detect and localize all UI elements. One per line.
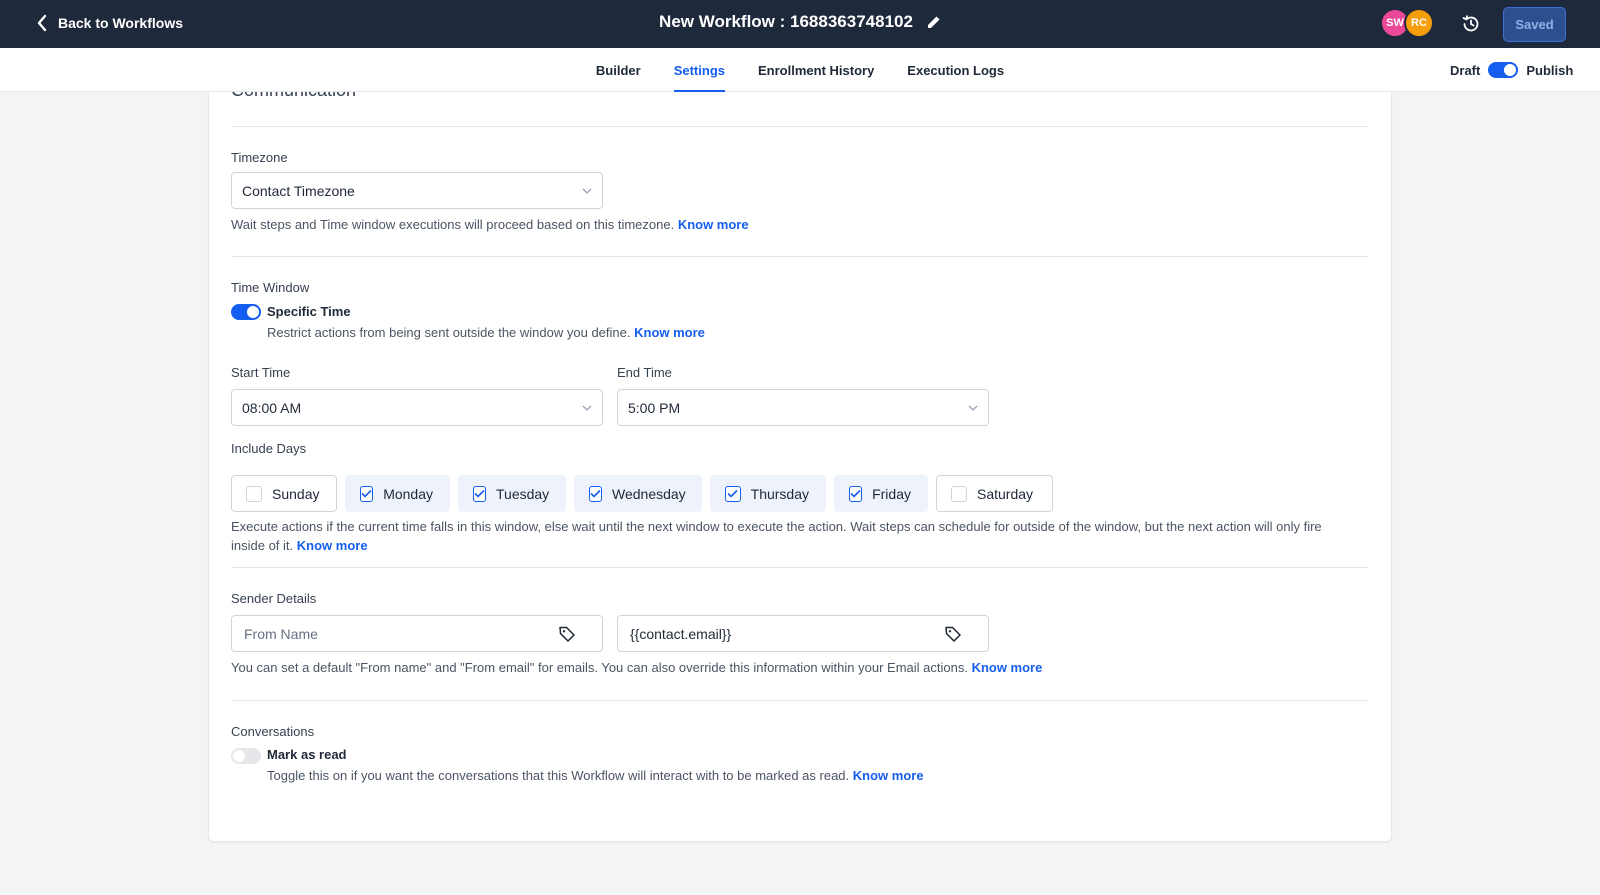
- chevron-down-icon: [968, 405, 978, 411]
- from-name-input[interactable]: [244, 626, 544, 642]
- include-days-label: Include Days: [231, 441, 307, 456]
- include-days-help-text: Execute actions if the current time fall…: [231, 519, 1322, 553]
- timezone-select[interactable]: Contact Timezone: [231, 172, 603, 209]
- timezone-value: Contact Timezone: [242, 183, 355, 199]
- conversations-help-text: Toggle this on if you want the conversat…: [267, 768, 850, 783]
- time-window-know-more-link[interactable]: Know more: [634, 325, 705, 340]
- day-label: Friday: [872, 485, 911, 502]
- checkbox[interactable]: [246, 485, 262, 502]
- day-label: Tuesday: [496, 485, 550, 502]
- time-window-help: Restrict actions from being sent outside…: [267, 323, 705, 342]
- section-title: Communication: [231, 92, 356, 101]
- pencil-icon[interactable]: [927, 15, 941, 29]
- check-icon: [361, 489, 372, 498]
- tab-settings[interactable]: Settings: [673, 48, 725, 92]
- divider: [231, 567, 1369, 568]
- conversations-help: Toggle this on if you want the conversat…: [267, 766, 924, 785]
- timezone-help-text: Wait steps and Time window executions wi…: [231, 217, 675, 232]
- day-saturday[interactable]: Saturday: [936, 475, 1053, 512]
- history-icon[interactable]: [1461, 14, 1481, 34]
- divider: [231, 700, 1369, 701]
- check-icon: [850, 489, 861, 498]
- sender-know-more-link[interactable]: Know more: [972, 660, 1043, 675]
- saved-button[interactable]: Saved: [1503, 7, 1566, 42]
- check-icon: [727, 489, 738, 498]
- tab-builder[interactable]: Builder: [596, 48, 641, 92]
- checkbox[interactable]: [589, 485, 602, 502]
- tag-icon[interactable]: [944, 625, 962, 643]
- day-wednesday[interactable]: Wednesday: [574, 475, 702, 512]
- sender-help: You can set a default "From name" and "F…: [231, 658, 1042, 677]
- check-icon: [474, 489, 485, 498]
- end-time-label: End Time: [617, 365, 672, 380]
- tag-icon[interactable]: [558, 625, 576, 643]
- tabs: Builder Settings Enrollment History Exec…: [0, 48, 1600, 92]
- day-friday[interactable]: Friday: [834, 475, 928, 512]
- mark-as-read-toggle[interactable]: [231, 748, 261, 764]
- from-name-field[interactable]: [231, 615, 603, 652]
- divider: [231, 126, 1369, 127]
- sender-details-label: Sender Details: [231, 591, 317, 606]
- day-sunday[interactable]: Sunday: [231, 475, 337, 512]
- tab-enrollment-history[interactable]: Enrollment History: [758, 48, 874, 92]
- include-days-help: Execute actions if the current time fall…: [231, 517, 1351, 555]
- specific-time-toggle[interactable]: [231, 304, 261, 320]
- day-thursday[interactable]: Thursday: [710, 475, 826, 512]
- start-time-label: Start Time: [231, 365, 291, 380]
- checkbox[interactable]: [951, 485, 967, 502]
- chevron-down-icon: [582, 405, 592, 411]
- timezone-know-more-link[interactable]: Know more: [678, 217, 749, 232]
- checkbox[interactable]: [473, 485, 486, 502]
- day-tuesday[interactable]: Tuesday: [458, 475, 566, 512]
- checkbox[interactable]: [725, 485, 741, 502]
- draft-label: Draft: [1450, 62, 1481, 78]
- collaborator-avatars: SW RC: [1380, 8, 1434, 38]
- start-time-value: 08:00 AM: [242, 400, 302, 416]
- workflow-title-text: New Workflow : 1688363748102: [659, 12, 913, 31]
- timezone-label: Timezone: [231, 150, 288, 165]
- time-window-label: Time Window: [231, 280, 310, 295]
- checkbox[interactable]: [849, 485, 863, 502]
- check-icon: [590, 489, 601, 498]
- settings-card: Communication Timezone Contact Timezone …: [208, 92, 1392, 842]
- day-label: Thursday: [750, 485, 809, 502]
- chevron-down-icon: [582, 188, 592, 194]
- mark-as-read-label: Mark as read: [267, 747, 347, 762]
- from-email-input[interactable]: [630, 626, 930, 642]
- day-monday[interactable]: Monday: [345, 475, 450, 512]
- conversations-know-more-link[interactable]: Know more: [853, 768, 924, 783]
- include-days-group: Sunday Monday Tuesday Wednesday Thursday…: [231, 475, 1053, 512]
- end-time-value: 5:00 PM: [628, 400, 681, 416]
- specific-time-label: Specific Time: [267, 304, 351, 319]
- day-label: Monday: [383, 485, 433, 502]
- from-email-field[interactable]: [617, 615, 989, 652]
- avatar[interactable]: RC: [1404, 8, 1434, 38]
- time-window-help-text: Restrict actions from being sent outside…: [267, 325, 631, 340]
- end-time-select[interactable]: 5:00 PM: [617, 389, 989, 426]
- day-label: Wednesday: [612, 485, 686, 502]
- tab-execution-logs[interactable]: Execution Logs: [907, 48, 1004, 92]
- top-header: Back to Workflows New Workflow : 1688363…: [0, 0, 1600, 48]
- day-label: Saturday: [977, 485, 1034, 502]
- timezone-help: Wait steps and Time window executions wi…: [231, 215, 749, 234]
- draft-publish-switch: Draft Publish: [1450, 62, 1573, 78]
- sender-help-text: You can set a default "From name" and "F…: [231, 660, 968, 675]
- conversations-label: Conversations: [231, 724, 315, 739]
- workflow-title: New Workflow : 1688363748102: [0, 12, 1600, 32]
- tab-bar: Builder Settings Enrollment History Exec…: [0, 48, 1600, 92]
- start-time-select[interactable]: 08:00 AM: [231, 389, 603, 426]
- day-label: Sunday: [272, 485, 320, 502]
- publish-label: Publish: [1526, 62, 1574, 78]
- include-days-know-more-link[interactable]: Know more: [297, 538, 368, 553]
- divider: [231, 256, 1369, 257]
- checkbox[interactable]: [360, 485, 374, 502]
- publish-toggle[interactable]: [1488, 62, 1519, 78]
